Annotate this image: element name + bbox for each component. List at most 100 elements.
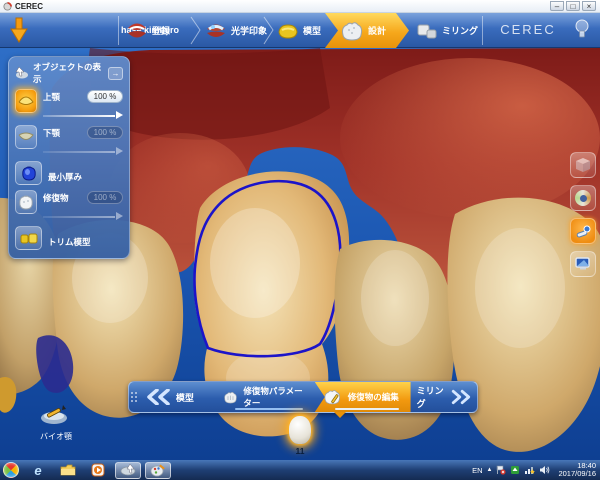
network-status-icon[interactable]	[524, 465, 536, 475]
trim-model-icon[interactable]	[15, 226, 42, 250]
system-tray: EN ▲ 18:40 2017/09/16	[472, 461, 600, 479]
step-restoration-editing[interactable]: 修復物の編集	[314, 382, 411, 412]
toolbar-drag-handle[interactable]	[129, 382, 140, 412]
speaker-volume-icon[interactable]	[539, 465, 550, 475]
step-progress-underline	[334, 408, 399, 410]
opacity-slider-restoration[interactable]	[43, 212, 123, 221]
opacity-value: 100 %	[87, 126, 123, 139]
step-design[interactable]: 設計	[340, 13, 386, 48]
bottom-step-navigation: 模型 修復物パラメーター 修復物の編集 ミリング	[128, 381, 478, 418]
tray-app-icon[interactable]	[510, 465, 520, 475]
opacity-value: 100 %	[87, 191, 123, 204]
opacity-slider-upper-jaw[interactable]	[43, 111, 123, 120]
panel-title: オブジェクトの表示	[33, 62, 102, 84]
panel-collapse-button[interactable]: →	[108, 66, 123, 80]
folder-icon	[60, 464, 76, 476]
step-label: 登録	[152, 26, 171, 36]
restoration-parameters-icon	[224, 391, 238, 403]
step-restoration-parameters[interactable]: 修復物パラメーター	[215, 382, 314, 412]
step-label: 模型	[303, 26, 322, 36]
opacity-value: 100 %	[87, 90, 123, 103]
taskbar-clock[interactable]: 18:40 2017/09/16	[554, 461, 596, 479]
taskbar-internet-explorer[interactable]: e	[25, 462, 51, 479]
lower-jaw-icon[interactable]	[15, 125, 37, 149]
display-view-icon[interactable]	[570, 251, 596, 277]
window-title: CEREC	[15, 1, 44, 11]
restoration-icon[interactable]	[15, 190, 37, 214]
object-row-lower-jaw: 下顎 100 %	[15, 125, 123, 156]
step-separator-chevron	[190, 16, 201, 45]
next-step-button[interactable]: ミリング	[411, 382, 477, 412]
opacity-slider-lower-jaw[interactable]	[43, 147, 123, 156]
panel-cursor-icon	[15, 67, 28, 79]
analysis-tool-icon[interactable]	[570, 218, 596, 244]
app-icon	[3, 1, 12, 11]
step-label: 光学印象	[231, 26, 268, 36]
minimum-thickness-icon[interactable]	[15, 161, 42, 185]
active-step-pointer	[334, 412, 346, 418]
prev-step-label: 模型	[175, 392, 194, 403]
lightbulb-icon[interactable]	[574, 18, 590, 42]
tooth-11-icon[interactable]	[289, 416, 311, 444]
windows-taskbar: e EN ▲ 18:40 2017/09/16	[0, 460, 600, 480]
taskbar-file-explorer[interactable]	[55, 462, 81, 479]
minimize-button[interactable]: –	[550, 1, 564, 11]
taskbar-cerec-app[interactable]	[115, 461, 141, 479]
bio-jaw-button[interactable]: バイオ顎	[28, 403, 84, 442]
palette-icon	[150, 464, 165, 476]
object-label: 下顎	[43, 127, 61, 138]
bio-jaw-label: バイオ顎	[40, 432, 72, 441]
step-milling[interactable]: ミリング	[416, 13, 478, 48]
media-player-icon	[91, 463, 105, 477]
window-titlebar: CEREC – □ ×	[0, 0, 600, 13]
cerec-brand-logo: CEREC	[500, 22, 556, 37]
view-cube-icon[interactable]	[570, 152, 596, 178]
object-display-panel: オブジェクトの表示 → 上顎 100 % 下顎 100 % 最小厚み 修復物 1…	[8, 56, 130, 259]
tooth-number: 11	[295, 446, 305, 456]
optical-impression-icon	[207, 24, 225, 37]
step-registration[interactable]: 登録	[126, 13, 170, 48]
object-label: 修復物	[43, 192, 69, 203]
step-label: 修復物パラメーター	[243, 386, 303, 408]
object-row-upper-jaw: 上顎 100 %	[15, 89, 123, 120]
design-crown-icon	[342, 21, 363, 41]
restoration-edit-icon	[324, 390, 340, 405]
show-hidden-icons[interactable]: ▲	[487, 467, 493, 473]
step-progress-underline	[235, 408, 303, 410]
divider	[118, 16, 119, 45]
tooth-indicator: 11	[283, 416, 317, 456]
taskbar-paint-app[interactable]	[145, 461, 171, 479]
milling-icon	[417, 24, 437, 38]
top-step-navigation: hase kimihiro 登録 光学印象 模型 設計 ミリング CEREC	[0, 13, 600, 48]
cerec-application-window: CEREC – □ × hase kimihiro 登録 光学印象 模型 設計 …	[0, 0, 600, 480]
start-button[interactable]	[3, 462, 19, 478]
step-model[interactable]: 模型	[277, 13, 321, 48]
close-button[interactable]: ×	[582, 1, 596, 11]
object-label: トリム模型	[48, 237, 91, 247]
language-indicator[interactable]: EN	[472, 466, 482, 475]
double-chevron-right-icon	[451, 389, 470, 405]
taskbar-media-player[interactable]	[85, 462, 111, 479]
action-center-flag-icon[interactable]	[496, 465, 507, 475]
previous-step-button[interactable]: 模型	[140, 382, 215, 412]
object-row-minimum-thickness: 最小厚み	[15, 161, 123, 185]
step-label: 修復物の編集	[347, 392, 399, 402]
step-label: ミリング	[442, 26, 479, 36]
double-chevron-left-icon	[147, 389, 170, 405]
object-row-trim-model: トリム模型	[15, 226, 123, 250]
download-arrow-icon[interactable]	[10, 17, 28, 43]
object-row-restoration: 修復物 100 %	[15, 190, 123, 221]
upper-jaw-icon[interactable]	[15, 89, 37, 113]
cerec-jaw-icon	[120, 464, 136, 476]
step-optical-impression[interactable]: 光学印象	[205, 13, 267, 48]
color-ring-icon[interactable]	[570, 185, 596, 211]
object-label: 最小厚み	[48, 172, 83, 182]
registration-jaw-icon	[128, 23, 146, 37]
right-toolbar	[570, 152, 596, 277]
step-label: 設計	[368, 26, 387, 36]
object-label: 上顎	[43, 91, 61, 102]
next-step-label: ミリング	[416, 386, 444, 409]
restore-button[interactable]: □	[566, 1, 580, 11]
gingiva-highlight	[340, 58, 600, 218]
tray-date: 2017/09/16	[558, 469, 596, 478]
